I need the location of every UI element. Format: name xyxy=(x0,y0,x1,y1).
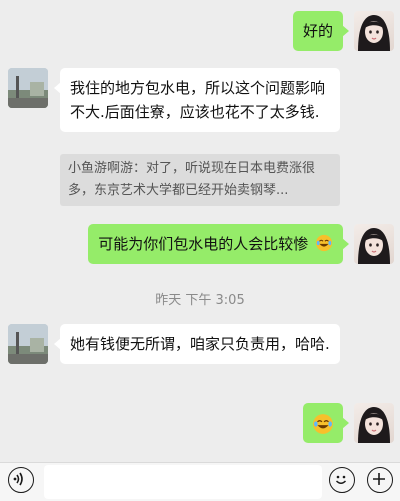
my-avatar[interactable] xyxy=(354,11,394,51)
emoji-button[interactable] xyxy=(329,467,355,493)
chat-area[interactable]: 好的 我住的地方包水电，所以这个问题影响不大.后面住寮，应该也花不了太多钱. 小… xyxy=(0,0,400,462)
message-bubble-received[interactable]: 她有钱便无所谓，咱家只负责用，哈哈. xyxy=(54,324,340,364)
voice-icon xyxy=(13,472,23,486)
add-icon xyxy=(373,473,385,485)
voice-button[interactable] xyxy=(8,467,34,493)
laugh-cry-emoji-icon xyxy=(313,414,333,434)
quoted-message[interactable]: 小鱼游啊游：对了，听说现在日本电费涨很多，东京艺术大学都已经开始卖钢琴... xyxy=(60,154,340,206)
message-input[interactable] xyxy=(44,465,322,499)
my-avatar[interactable] xyxy=(354,403,394,443)
emoji-icon xyxy=(335,475,347,484)
message-text: 可能为你们包水电的人会比较惨 xyxy=(98,235,309,253)
laugh-cry-emoji-icon xyxy=(315,234,333,252)
add-button[interactable] xyxy=(367,467,393,493)
quoted-text: 小鱼游啊游：对了，听说现在日本电费涨很多，东京艺术大学都已经开始卖钢琴... xyxy=(68,161,316,198)
contact-avatar[interactable] xyxy=(8,324,48,364)
message-text: 我住的地方包水电，所以这个问题影响不大.后面住寮，应该也花不了太多钱. xyxy=(70,79,326,121)
message-bubble-sent[interactable]: 可能为你们包水电的人会比较惨 xyxy=(88,224,349,264)
my-avatar[interactable] xyxy=(354,224,394,264)
timestamp: 昨天 下午 3:05 xyxy=(155,293,245,308)
message-text: 好的 xyxy=(302,22,333,40)
message-bubble-received[interactable]: 我住的地方包水电，所以这个问题影响不大.后面住寮，应该也花不了太多钱. xyxy=(54,68,340,132)
message-text: 她有钱便无所谓，咱家只负责用，哈哈. xyxy=(70,335,330,353)
input-toolbar xyxy=(0,462,400,501)
contact-avatar[interactable] xyxy=(8,68,48,108)
message-bubble-sent[interactable]: 好的 xyxy=(292,11,350,51)
message-bubble-sent[interactable] xyxy=(303,403,349,443)
